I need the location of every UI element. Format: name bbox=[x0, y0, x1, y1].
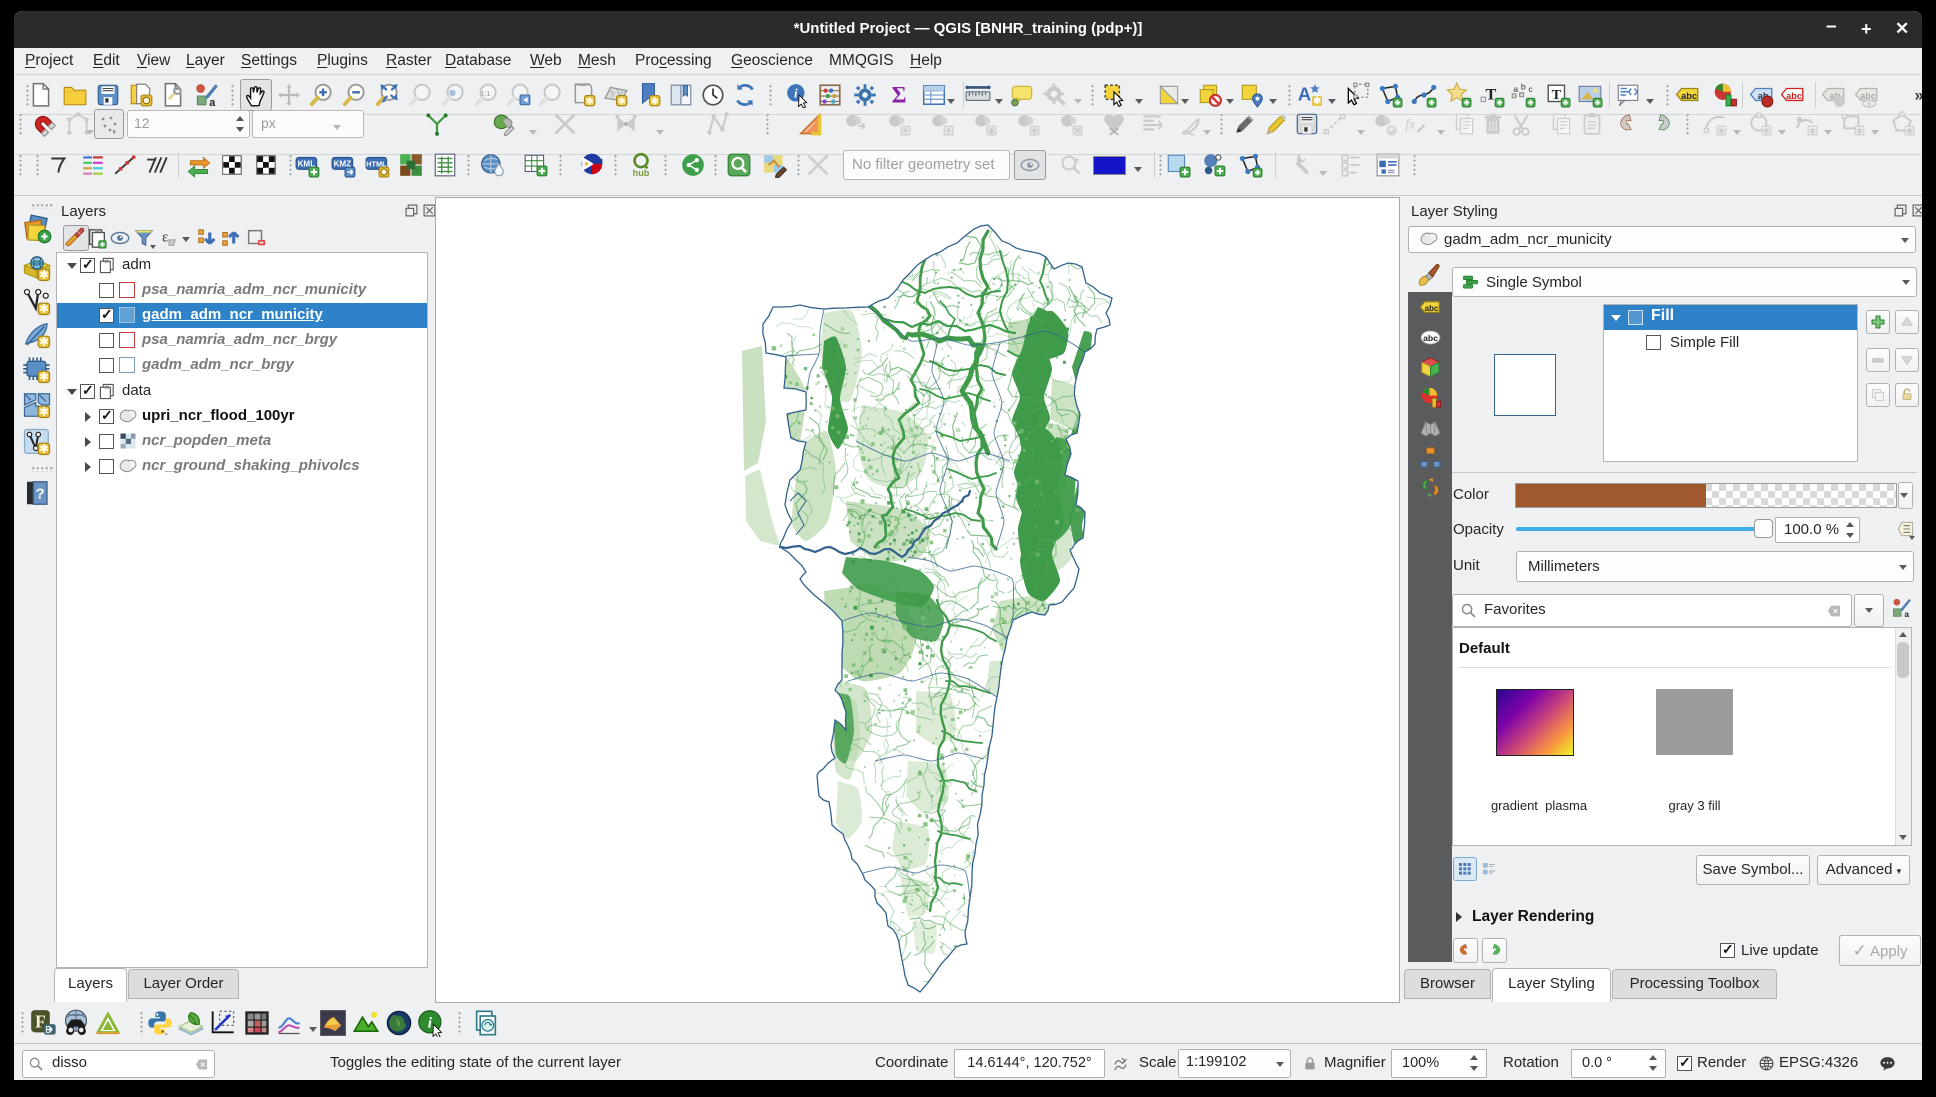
svg-text:»: » bbox=[1914, 86, 1922, 104]
svg-text:fx: fx bbox=[1405, 116, 1416, 132]
svg-text:abc: abc bbox=[1786, 91, 1802, 101]
svg-text:a: a bbox=[209, 97, 216, 108]
svg-text:✱: ✱ bbox=[1031, 126, 1038, 136]
svg-text:✱: ✱ bbox=[39, 407, 48, 419]
svg-text:✱: ✱ bbox=[988, 126, 995, 136]
svg-text:abc: abc bbox=[1424, 304, 1438, 313]
svg-text:✱: ✱ bbox=[39, 270, 48, 282]
svg-text:✱: ✱ bbox=[39, 444, 48, 456]
svg-text:✱: ✱ bbox=[39, 337, 48, 349]
svg-text:✱: ✱ bbox=[1763, 126, 1770, 136]
svg-text:a: a bbox=[1904, 609, 1909, 618]
svg-text:abc: abc bbox=[1681, 91, 1697, 101]
svg-text:a: a bbox=[1513, 84, 1518, 94]
svg-text:✱: ✱ bbox=[651, 96, 660, 107]
svg-text:✱: ✱ bbox=[1809, 126, 1816, 136]
svg-text:hub: hub bbox=[633, 168, 650, 178]
svg-text:ε: ε bbox=[162, 230, 168, 246]
svg-text:✱: ✱ bbox=[1906, 126, 1913, 136]
svg-text:b: b bbox=[1521, 82, 1526, 92]
svg-text:✱: ✱ bbox=[39, 304, 48, 316]
svg-text:?: ? bbox=[36, 486, 45, 503]
svg-text:i: i bbox=[794, 86, 798, 101]
svg-text:abc: abc bbox=[1860, 91, 1876, 101]
svg-text:c: c bbox=[1528, 84, 1533, 94]
svg-text:abc: abc bbox=[1423, 333, 1438, 343]
svg-text:✱: ✱ bbox=[618, 96, 627, 107]
svg-text:Σ: Σ bbox=[892, 83, 907, 108]
svg-text:A: A bbox=[1298, 83, 1311, 104]
svg-text:✱: ✱ bbox=[586, 96, 595, 107]
svg-text:✱: ✱ bbox=[39, 372, 48, 384]
svg-text:T: T bbox=[1552, 87, 1562, 103]
svg-text:✱: ✱ bbox=[1313, 96, 1322, 107]
svg-text:1:1: 1:1 bbox=[480, 89, 491, 98]
svg-text:✱: ✱ bbox=[1856, 126, 1863, 136]
svg-text:✱: ✱ bbox=[1718, 126, 1725, 136]
